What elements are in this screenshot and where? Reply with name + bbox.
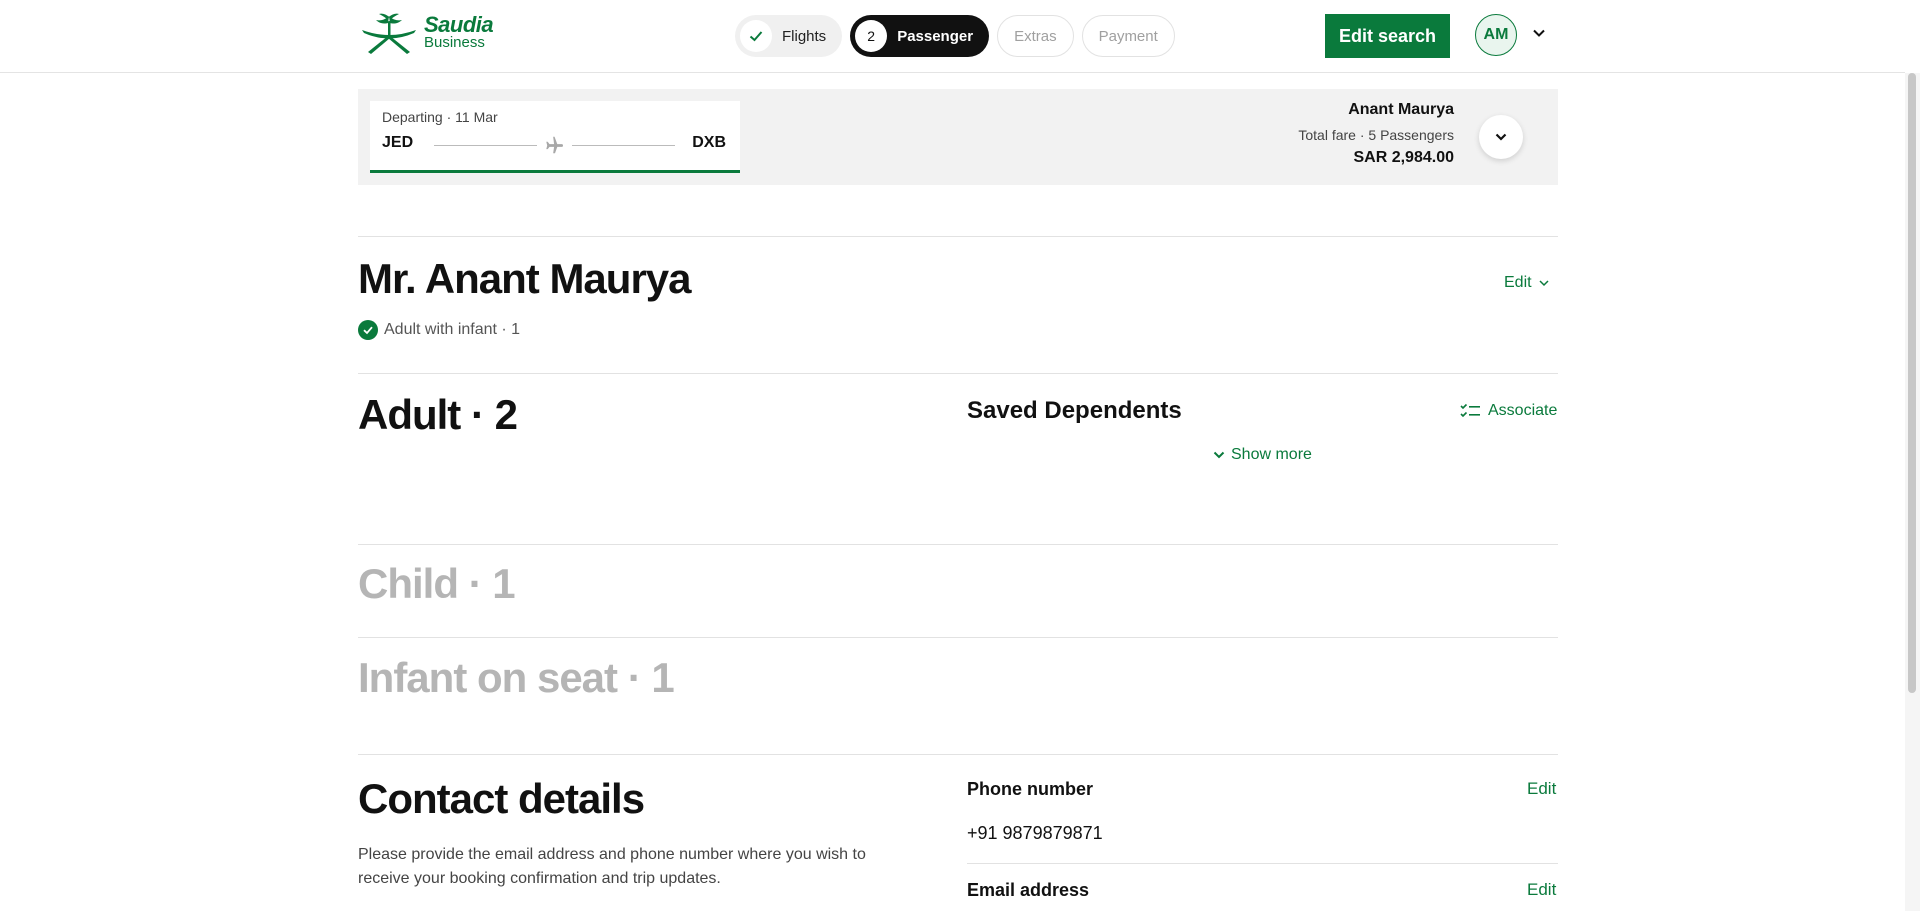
departing-date: Departing · 11 Mar	[382, 109, 498, 125]
phone-number-label: Phone number	[967, 779, 1094, 799]
divider	[358, 754, 1558, 755]
show-more-link[interactable]: Show more	[1212, 446, 1312, 464]
contact-details-description: Please provide the email address and pho…	[358, 846, 866, 887]
destination-code: DXB	[692, 134, 726, 151]
booking-steps: Flights 2 Passenger Extras Payment	[735, 15, 1175, 57]
contact-details-title: Contact details	[358, 775, 645, 822]
trip-summary-bar: Departing · 11 Mar JED DXB Anant Maurya …	[358, 89, 1558, 185]
divider	[358, 236, 1558, 237]
scrollbar-thumb[interactable]	[1908, 73, 1916, 693]
logo-brand-sub: Business	[424, 34, 485, 51]
edit-phone-link[interactable]: Edit	[1527, 779, 1556, 799]
top-header: Saudia Business Flights 2 Passenger Extr…	[0, 0, 1905, 73]
step-passenger[interactable]: 2 Passenger	[850, 15, 990, 57]
associate-label: Associate	[1488, 402, 1558, 419]
checklist-icon	[1460, 403, 1480, 418]
avatar[interactable]: AM	[1475, 14, 1517, 56]
edit-label: Edit	[1504, 274, 1532, 291]
show-more-label: Show more	[1231, 446, 1312, 463]
associate-link[interactable]: Associate	[1460, 402, 1557, 420]
chevron-down-icon	[1213, 451, 1225, 459]
infant-section-title[interactable]: Infant on seat · 1	[358, 654, 675, 702]
divider	[967, 863, 1558, 864]
divider	[358, 544, 1558, 545]
divider	[358, 373, 1558, 374]
total-fare-label: Total fare · 5 Passengers	[1298, 127, 1454, 143]
step-label: Payment	[1098, 27, 1158, 45]
step-label: Flights	[782, 27, 827, 45]
email-address-label: Email address	[967, 880, 1090, 900]
logo-wordmark: Saudia Business	[424, 12, 494, 52]
fare-summary: Anant Maurya Total fare · 5 Passengers S…	[1298, 101, 1454, 167]
lead-status-text: Adult with infant · 1	[384, 321, 521, 338]
edit-email-link[interactable]: Edit	[1527, 880, 1556, 900]
chevron-down-icon[interactable]	[1532, 26, 1546, 40]
step-label: Passenger	[897, 27, 974, 45]
logo-brand-name: Saudia	[424, 12, 494, 37]
lead-passenger-name: Mr. Anant Maurya	[358, 255, 692, 302]
route-line	[572, 145, 675, 146]
saudia-business-logo[interactable]: Saudia Business	[358, 12, 494, 56]
lead-passenger-status: Adult with infant · 1	[358, 320, 520, 340]
flight-card[interactable]: Departing · 11 Mar JED DXB	[370, 101, 740, 173]
expand-summary-button[interactable]	[1479, 115, 1523, 159]
saved-dependents-title: Saved Dependents	[967, 397, 1182, 424]
palm-swords-logo-icon	[362, 13, 416, 54]
edit-lead-passenger-link[interactable]: Edit	[1504, 274, 1550, 292]
child-section-title[interactable]: Child · 1	[358, 560, 516, 608]
chevron-down-icon	[1495, 133, 1507, 141]
phone-number-value: +91 9879879871	[967, 823, 1103, 843]
step-payment[interactable]: Payment	[1081, 15, 1175, 57]
origin-code: JED	[382, 134, 414, 151]
total-fare-amount: SAR 2,984.00	[1353, 149, 1454, 166]
page-scrollbar[interactable]	[1905, 73, 1920, 911]
check-icon	[740, 20, 772, 52]
check-circle-icon	[358, 320, 378, 340]
step-number: 2	[855, 20, 888, 52]
chevron-down-icon	[1539, 280, 1549, 287]
airplane-icon	[546, 136, 564, 154]
edit-search-button[interactable]: Edit search	[1325, 14, 1450, 58]
step-label: Extras	[1014, 27, 1057, 45]
divider	[358, 637, 1558, 638]
route-line	[434, 145, 537, 146]
step-extras[interactable]: Extras	[997, 15, 1074, 57]
step-flights[interactable]: Flights	[735, 15, 843, 57]
adult-section-title[interactable]: Adult · 2	[358, 391, 518, 439]
passenger-name: Anant Maurya	[1348, 101, 1454, 118]
